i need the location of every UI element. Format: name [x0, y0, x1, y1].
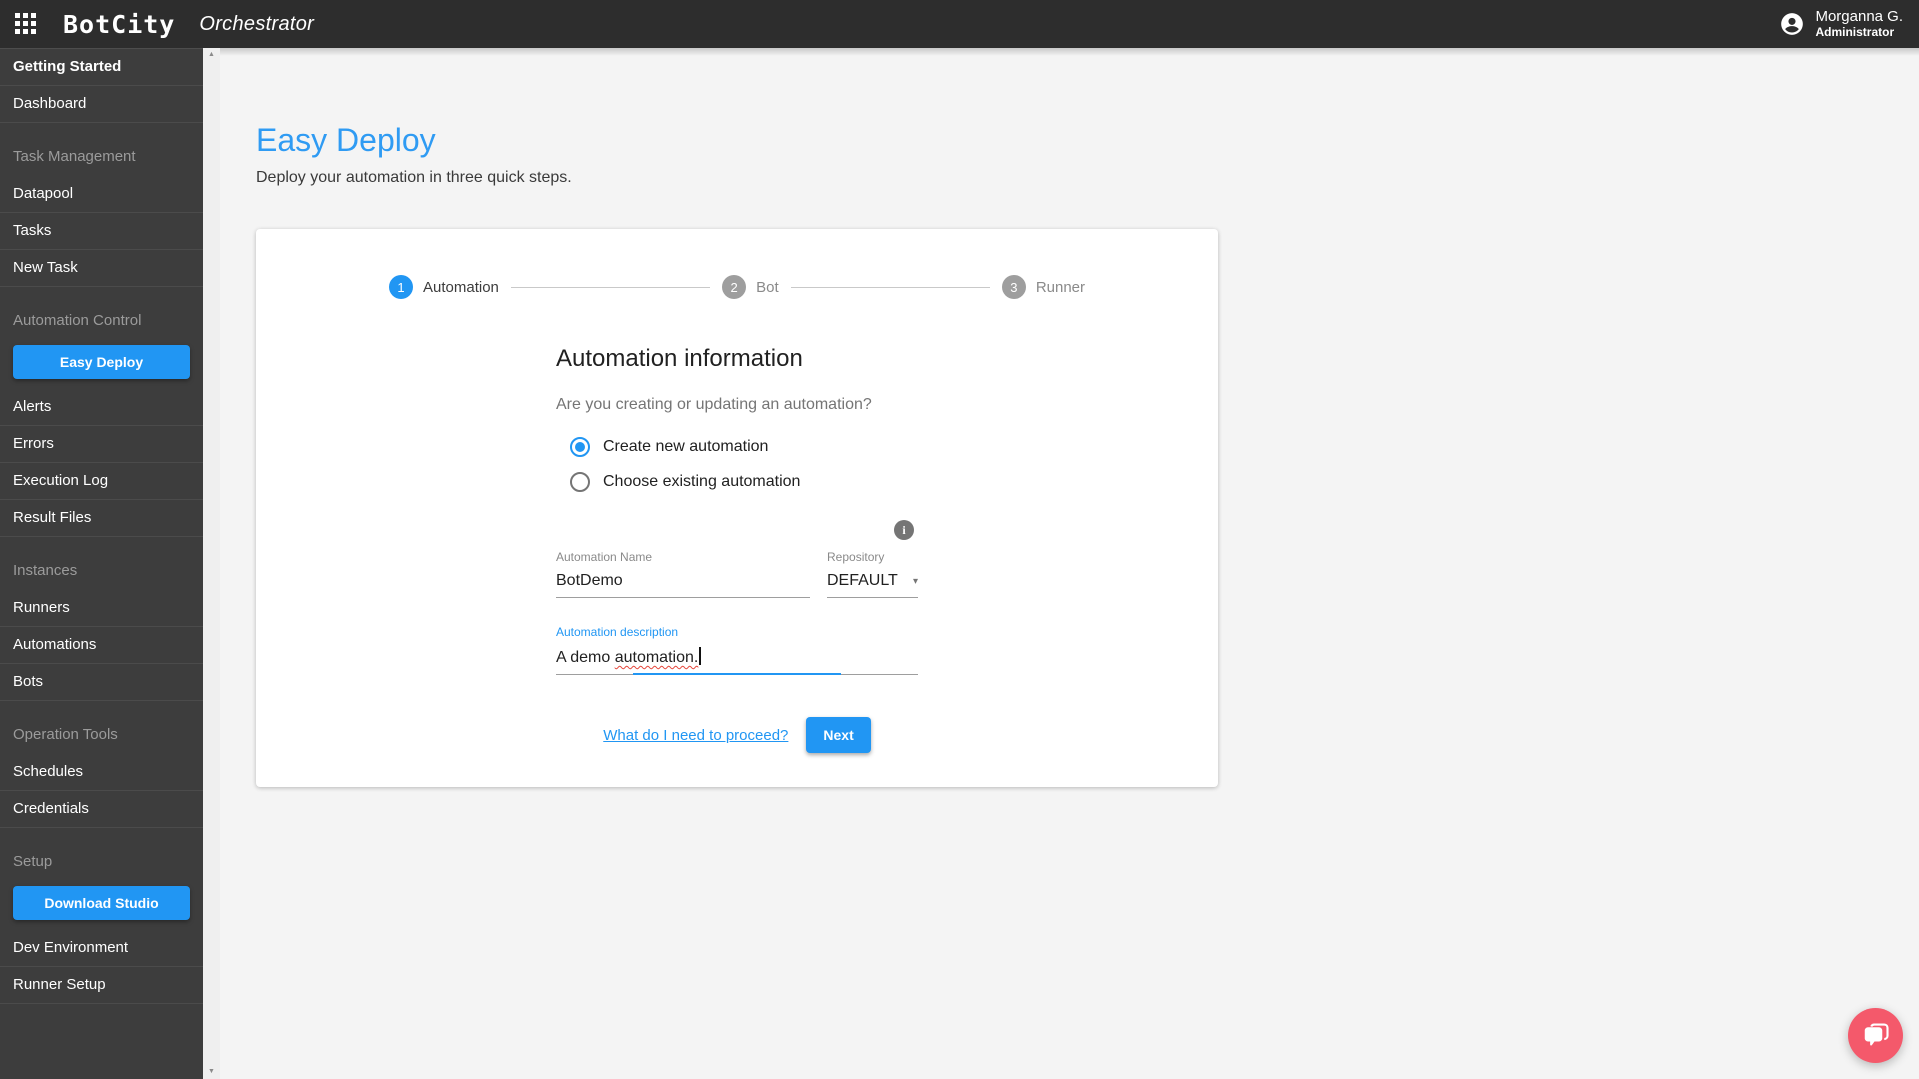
- sidebar-item-runners[interactable]: Runners: [0, 590, 203, 627]
- description-text: A demo: [556, 649, 615, 666]
- easy-deploy-card: 1 Automation 2 Bot 3 Runner Automation i…: [256, 229, 1218, 787]
- chat-bubble-icon: [1861, 1021, 1891, 1051]
- focus-underline: [633, 673, 841, 675]
- repository-field[interactable]: i Repository DEFAULT ▾: [827, 520, 918, 598]
- main-content: Easy Deploy Deploy your automation in th…: [220, 48, 1919, 1079]
- page-title: Easy Deploy: [256, 122, 436, 158]
- sidebar-section-setup: Setup: [13, 853, 53, 870]
- sidebar: Getting Started Dashboard Task Managemen…: [0, 48, 203, 1079]
- step-3-circle: 3: [1001, 275, 1026, 299]
- sidebar-item-getting-started[interactable]: Getting Started: [0, 49, 203, 86]
- radio-create-label: Create new automation: [603, 438, 769, 455]
- sidebar-item-result-files[interactable]: Result Files: [0, 500, 203, 537]
- sidebar-section-instances: Instances: [13, 562, 78, 579]
- radio-selected-icon: [570, 437, 590, 457]
- help-link[interactable]: What do I need to proceed?: [603, 727, 788, 744]
- app-name: Orchestrator: [199, 12, 315, 35]
- step-2-circle: 2: [722, 275, 747, 299]
- stepper-connector: [510, 286, 711, 288]
- sidebar-item-automations[interactable]: Automations: [0, 627, 203, 664]
- sidebar-item-schedules[interactable]: Schedules: [0, 754, 203, 791]
- user-name: Morganna G.: [1815, 8, 1903, 26]
- botcity-logo[interactable]: BotCity: [63, 10, 175, 39]
- description-misspelled-text: automation.: [614, 649, 699, 666]
- sidebar-item-bots[interactable]: Bots: [0, 664, 203, 701]
- sidebar-item-runner-setup[interactable]: Runner Setup: [0, 967, 203, 1004]
- step-2-label: Bot: [756, 278, 779, 296]
- automation-description-input[interactable]: A demo automation.: [556, 647, 918, 675]
- scroll-up-icon[interactable]: ▲: [208, 48, 215, 62]
- step-1-circle: 1: [389, 275, 413, 299]
- account-circle-icon: [1779, 11, 1805, 37]
- repository-value: DEFAULT: [827, 572, 898, 589]
- next-button[interactable]: Next: [806, 717, 871, 753]
- sidebar-section-automation-control: Automation Control: [13, 312, 142, 329]
- radio-unselected-icon: [570, 472, 590, 492]
- dropdown-caret-icon: ▾: [912, 575, 918, 587]
- download-studio-button[interactable]: Download Studio: [13, 886, 190, 920]
- radio-choose-existing-automation[interactable]: Choose existing automation: [570, 472, 918, 492]
- sidebar-section-operation-tools: Operation Tools: [13, 726, 118, 743]
- sidebar-item-dev-environment[interactable]: Dev Environment: [0, 930, 203, 967]
- form-question: Are you creating or updating an automati…: [556, 396, 872, 413]
- form-heading: Automation information: [556, 345, 803, 372]
- step-bot: 2 Bot: [722, 275, 779, 299]
- sidebar-item-tasks[interactable]: Tasks: [0, 213, 203, 250]
- radio-choose-label: Choose existing automation: [603, 473, 801, 490]
- sidebar-item-errors[interactable]: Errors: [0, 426, 203, 463]
- chat-bubble-button[interactable]: [1848, 1008, 1903, 1063]
- sidebar-scrollbar[interactable]: ▲ ▼: [203, 48, 220, 1079]
- automation-description-label: Automation description: [556, 625, 679, 639]
- automation-name-label: Automation Name: [556, 550, 653, 564]
- sidebar-section-task-management: Task Management: [13, 148, 136, 165]
- apps-grid-icon[interactable]: [15, 13, 37, 35]
- text-cursor: [699, 647, 701, 665]
- step-1-label: Automation: [423, 278, 499, 296]
- sidebar-item-execution-log[interactable]: Execution Log: [0, 463, 203, 500]
- automation-description-field[interactable]: Automation description A demo automation…: [556, 625, 918, 675]
- radio-create-new-automation[interactable]: Create new automation: [570, 437, 918, 457]
- easy-deploy-button[interactable]: Easy Deploy: [13, 345, 190, 379]
- info-icon[interactable]: i: [894, 520, 914, 540]
- step-runner: 3 Runner: [1001, 275, 1086, 299]
- repository-select[interactable]: DEFAULT ▾: [827, 572, 918, 598]
- automation-name-field[interactable]: Automation Name BotDemo: [556, 550, 810, 598]
- sidebar-item-dashboard[interactable]: Dashboard: [0, 86, 203, 123]
- user-role: Administrator: [1815, 24, 1895, 39]
- page-subtitle: Deploy your automation in three quick st…: [256, 169, 572, 186]
- step-automation: 1 Automation: [389, 275, 499, 299]
- step-3-label: Runner: [1035, 278, 1086, 296]
- top-app-bar: BotCity Orchestrator Morganna G. Adminis…: [0, 0, 1919, 48]
- stepper: 1 Automation 2 Bot 3 Runner: [389, 229, 1085, 299]
- automation-name-input[interactable]: BotDemo: [556, 572, 810, 598]
- scroll-down-icon[interactable]: ▼: [208, 1065, 215, 1079]
- sidebar-item-datapool[interactable]: Datapool: [0, 176, 203, 213]
- user-menu[interactable]: Morganna G. Administrator: [1779, 8, 1903, 39]
- sidebar-item-new-task[interactable]: New Task: [0, 250, 203, 287]
- radio-group: Create new automation Choose existing au…: [556, 437, 918, 492]
- sidebar-item-alerts[interactable]: Alerts: [0, 389, 203, 426]
- stepper-connector: [790, 286, 990, 288]
- repository-label: Repository: [827, 550, 885, 564]
- sidebar-item-credentials[interactable]: Credentials: [0, 791, 203, 828]
